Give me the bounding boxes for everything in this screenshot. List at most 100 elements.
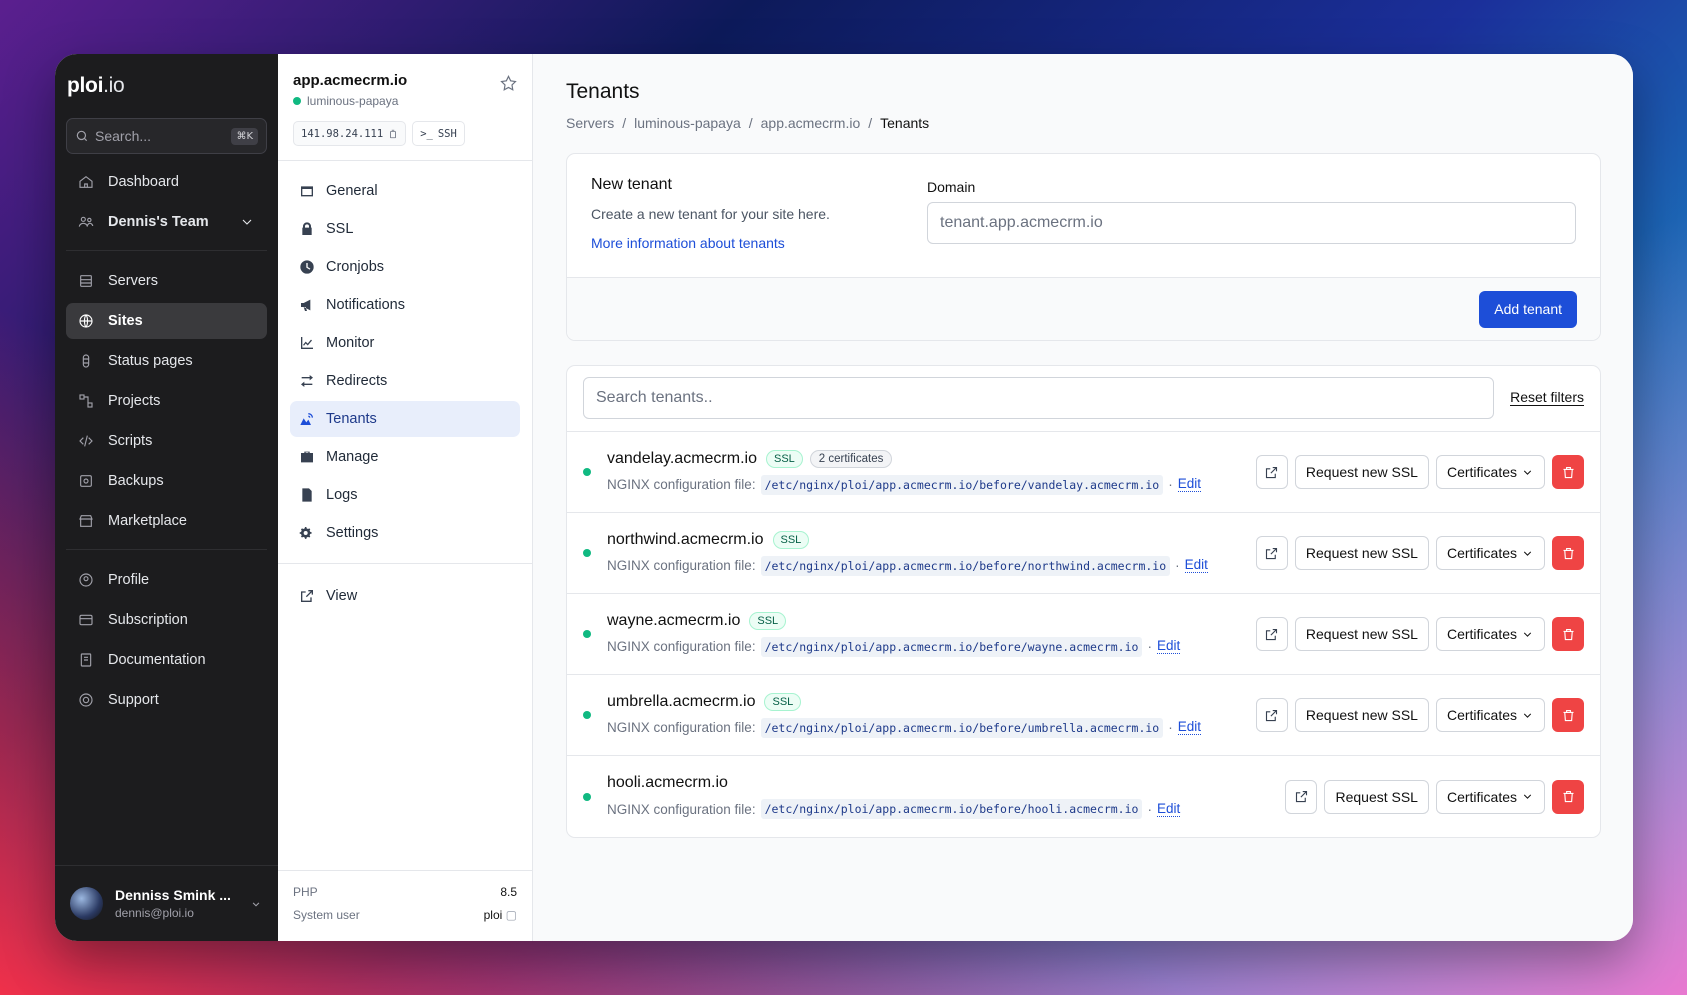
site-nav-manage[interactable]: Manage xyxy=(290,439,520,475)
tenant-name[interactable]: vandelay.acmecrm.io xyxy=(607,450,757,468)
external-link-icon xyxy=(1295,790,1308,803)
delete-tenant-button[interactable] xyxy=(1552,617,1584,651)
edit-config-link[interactable]: Edit xyxy=(1156,639,1181,654)
edit-config-link[interactable]: Edit xyxy=(1177,477,1201,492)
site-nav-ssl[interactable]: SSL xyxy=(290,211,520,247)
main-sidebar: ploi.io Search... ⌘K Dashboard Dennis's … xyxy=(55,54,278,941)
ssh-button[interactable]: >_ SSH xyxy=(412,121,465,146)
star-icon[interactable] xyxy=(499,74,518,93)
tenant-name[interactable]: northwind.acmecrm.io xyxy=(607,531,764,549)
sidebar-item-subscription[interactable]: Subscription xyxy=(66,602,267,638)
edit-config-link[interactable]: Edit xyxy=(1177,720,1201,735)
open-tenant-button[interactable] xyxy=(1255,455,1288,489)
chevron-up-down-icon xyxy=(252,901,260,906)
tenant-name[interactable]: hooli.acmecrm.io xyxy=(607,774,728,792)
tenant-row: hooli.acmecrm.io NGINX configuration fil… xyxy=(567,756,1600,837)
certificates-dropdown[interactable]: Certificates xyxy=(1435,455,1545,489)
delete-tenant-button[interactable] xyxy=(1552,698,1584,732)
site-nav-tenants[interactable]: Tenants xyxy=(290,401,520,437)
new-tenant-card: New tenant Create a new tenant for your … xyxy=(566,153,1601,341)
open-tenant-button[interactable] xyxy=(1255,698,1288,732)
sidebar-item-backups[interactable]: Backups xyxy=(66,463,267,499)
trash-icon xyxy=(1563,466,1573,478)
site-header: app.acmecrm.io luminous-papaya 141.98.24… xyxy=(278,54,532,161)
status-dot xyxy=(583,630,591,638)
shortcut-badge: ⌘K xyxy=(231,127,258,145)
site-nav-notifications[interactable]: Notifications xyxy=(290,287,520,323)
delete-tenant-button[interactable] xyxy=(1552,455,1584,489)
support-icon xyxy=(79,693,93,707)
copy-icon xyxy=(390,129,397,138)
sidebar-item-dashboard[interactable]: Dashboard xyxy=(66,164,267,200)
certificates-dropdown[interactable]: Certificates xyxy=(1435,617,1545,651)
open-tenant-button[interactable] xyxy=(1285,779,1318,814)
system-user[interactable]: ploi ▢ xyxy=(484,908,517,922)
site-nav-redirects[interactable]: Redirects xyxy=(290,363,520,399)
sidebar-item-profile[interactable]: Profile xyxy=(66,562,267,598)
breadcrumb-site[interactable]: app.acmecrm.io xyxy=(761,115,861,131)
site-nav-cronjobs[interactable]: Cronjobs xyxy=(290,249,520,285)
sidebar-item-status-pages[interactable]: Status pages xyxy=(66,343,267,379)
request-ssl-button[interactable]: Request SSL xyxy=(1324,779,1429,814)
edit-config-link[interactable]: Edit xyxy=(1156,801,1181,817)
clock-icon xyxy=(300,260,314,274)
request-ssl-button[interactable]: Request new SSL xyxy=(1294,455,1429,489)
tenant-name[interactable]: umbrella.acmecrm.io xyxy=(607,693,755,711)
new-tenant-title: New tenant xyxy=(591,176,672,193)
delete-tenant-button[interactable] xyxy=(1552,779,1584,814)
edit-config-link[interactable]: Edit xyxy=(1184,558,1208,573)
user-menu[interactable]: Denniss Smink ... dennis@ploi.io xyxy=(55,865,278,941)
tenant-search-input[interactable]: Search tenants.. xyxy=(583,377,1495,419)
sidebar-item-projects[interactable]: Projects xyxy=(66,383,267,419)
sidebar-item-support[interactable]: Support xyxy=(66,682,267,718)
site-title: app.acmecrm.io xyxy=(293,72,408,89)
delete-tenant-button[interactable] xyxy=(1552,536,1584,570)
request-ssl-button[interactable]: Request new SSL xyxy=(1294,536,1429,570)
site-nav-monitor[interactable]: Monitor xyxy=(290,325,520,361)
site-nav-view[interactable]: View xyxy=(290,578,520,614)
briefcase-icon xyxy=(301,451,313,463)
team-switcher[interactable]: Dennis's Team xyxy=(66,204,267,240)
domain-input[interactable]: tenant.app.acmecrm.io xyxy=(927,202,1576,244)
breadcrumb-server[interactable]: luminous-papaya xyxy=(634,115,741,131)
request-ssl-button[interactable]: Request new SSL xyxy=(1294,617,1429,651)
open-tenant-button[interactable] xyxy=(1255,536,1288,570)
tenant-name[interactable]: wayne.acmecrm.io xyxy=(607,612,740,630)
tenant-row: umbrella.acmecrm.io SSL NGINX configurat… xyxy=(567,675,1600,756)
gears-icon xyxy=(299,527,312,539)
config-path: /etc/nginx/ploi/app.acmecrm.io/before/va… xyxy=(760,474,1164,495)
certificates-dropdown[interactable]: Certificates xyxy=(1435,779,1545,814)
config-path: /etc/nginx/ploi/app.acmecrm.io/before/ho… xyxy=(760,799,1143,819)
certificates-dropdown[interactable]: Certificates xyxy=(1435,698,1545,732)
site-nav-logs[interactable]: Logs xyxy=(290,477,520,513)
ssl-badge: SSL xyxy=(765,449,803,468)
global-search[interactable]: Search... ⌘K xyxy=(66,118,267,154)
open-tenant-button[interactable] xyxy=(1255,617,1288,651)
add-tenant-button[interactable]: Add tenant xyxy=(1479,290,1577,328)
app-window: ploi.io Search... ⌘K Dashboard Dennis's … xyxy=(55,54,1633,941)
reset-filters-button[interactable]: Reset filters xyxy=(1510,390,1584,406)
tenants-info-link[interactable]: More information about tenants xyxy=(591,235,927,251)
breadcrumb-servers[interactable]: Servers xyxy=(566,115,614,131)
sidebar-item-scripts[interactable]: Scripts xyxy=(66,423,267,459)
site-nav-general[interactable]: General xyxy=(290,173,520,209)
server-icon xyxy=(80,275,92,287)
trash-icon xyxy=(1563,547,1573,559)
sidebar-item-marketplace[interactable]: Marketplace xyxy=(66,503,267,539)
sidebar-item-servers[interactable]: Servers xyxy=(66,263,267,299)
domain-label: Domain xyxy=(927,179,976,195)
ip-chip[interactable]: 141.98.24.111 xyxy=(293,121,407,146)
tenant-row: wayne.acmecrm.io SSL NGINX configuration… xyxy=(567,594,1600,675)
certificates-dropdown[interactable]: Certificates xyxy=(1435,536,1545,570)
lock-icon xyxy=(302,222,312,235)
logo[interactable]: ploi.io xyxy=(55,54,278,118)
sidebar-item-sites[interactable]: Sites xyxy=(66,303,267,339)
server-name[interactable]: luminous-papaya xyxy=(307,94,398,108)
ssl-badge: SSL xyxy=(749,611,787,630)
site-nav-settings[interactable]: Settings xyxy=(290,515,520,551)
book-icon xyxy=(80,653,92,667)
request-ssl-button[interactable]: Request new SSL xyxy=(1294,698,1429,732)
sidebar-item-documentation[interactable]: Documentation xyxy=(66,642,267,678)
config-label: NGINX configuration file: xyxy=(607,801,756,817)
page-title: Tenants xyxy=(566,80,640,103)
